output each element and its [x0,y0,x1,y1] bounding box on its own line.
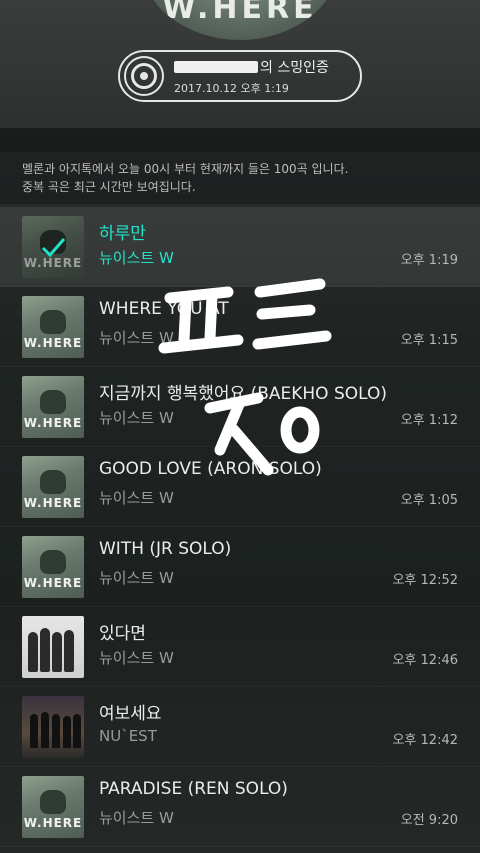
track-title: WHERE YOU AT [99,299,229,319]
notice-line-2: 중복 곡은 최근 시간만 보여집니다. [22,180,196,194]
track-time: 오전 9:20 [400,813,458,828]
track-artist: 뉴이스트 W [99,409,174,427]
redacted-username [174,60,258,73]
album-thumbnail [22,536,84,598]
track-title: GOOD LOVE (ARON SOLO) [99,459,322,479]
track-time: 오후 1:15 [400,333,458,348]
track-title: 하루만 [99,224,146,244]
album-art-text: W.HERE [162,0,318,26]
track-row[interactable]: WITH (JR SOLO) 뉴이스트 W 오후 12:52 [0,527,480,607]
album-art-header: W.HERE [140,0,340,40]
album-thumbnail [22,696,84,758]
track-time: 오후 12:46 [392,653,458,668]
cert-title-suffix: 의 스밍인증 [260,59,329,76]
streaming-certification-badge[interactable]: 의 스밍인증 2017.10.12 오후 1:19 [118,50,362,102]
cert-datetime: 2017.10.12 오후 1:19 [174,81,289,95]
check-icon [22,216,84,278]
track-time: 오후 1:19 [400,253,458,268]
album-thumbnail [22,616,84,678]
track-row[interactable]: 지금까지 행복했어요 (BAEKHO SOLO) 뉴이스트 W 오후 1:12 [0,367,480,447]
track-artist: 뉴이스트 W [99,329,174,347]
track-row[interactable]: 있다면 뉴이스트 W 오후 12:46 [0,607,480,687]
track-artist: NU`EST [99,727,157,745]
track-title: 있다면 [99,624,146,644]
track-time: 오후 1:05 [400,493,458,508]
track-row[interactable]: 여보세요 NU`EST 오후 12:42 [0,687,480,767]
album-thumbnail [22,456,84,518]
notice-line-1: 멜론과 아지톡에서 오늘 00시 부터 현재까지 들은 100곡 입니다. [22,162,349,176]
track-artist: 뉴이스트 W [99,489,174,507]
track-time: 오후 12:52 [392,573,458,588]
track-title: 여보세요 [99,704,162,724]
track-title: WITH (JR SOLO) [99,539,232,559]
album-thumbnail [22,776,84,838]
track-time: 오후 12:42 [392,733,458,748]
track-row[interactable]: GOOD LOVE (ARON SOLO) 뉴이스트 W 오후 1:05 [0,447,480,527]
track-row[interactable]: PARADISE (REN SOLO) 뉴이스트 W 오전 9:20 [0,767,480,847]
track-list: 하루만 뉴이스트 W 오후 1:19 WHERE YOU AT 뉴이스트 W 오… [0,207,480,847]
track-row[interactable]: WHERE YOU AT 뉴이스트 W 오후 1:15 [0,287,480,367]
track-artist: 뉴이스트 W [99,649,174,667]
track-title: PARADISE (REN SOLO) [99,779,288,799]
cert-title: 의 스밍인증 [174,57,329,77]
album-thumbnail [22,376,84,438]
track-artist: 뉴이스트 W [99,249,174,267]
track-row[interactable]: 하루만 뉴이스트 W 오후 1:19 [0,207,480,287]
album-thumbnail [22,296,84,358]
history-notice: 멜론과 아지톡에서 오늘 00시 부터 현재까지 들은 100곡 입니다. 중복… [0,128,480,204]
track-time: 오후 1:12 [400,413,458,428]
track-artist: 뉴이스트 W [99,809,174,827]
disc-icon [124,56,164,96]
track-title: 지금까지 행복했어요 (BAEKHO SOLO) [99,384,387,404]
track-artist: 뉴이스트 W [99,569,174,587]
